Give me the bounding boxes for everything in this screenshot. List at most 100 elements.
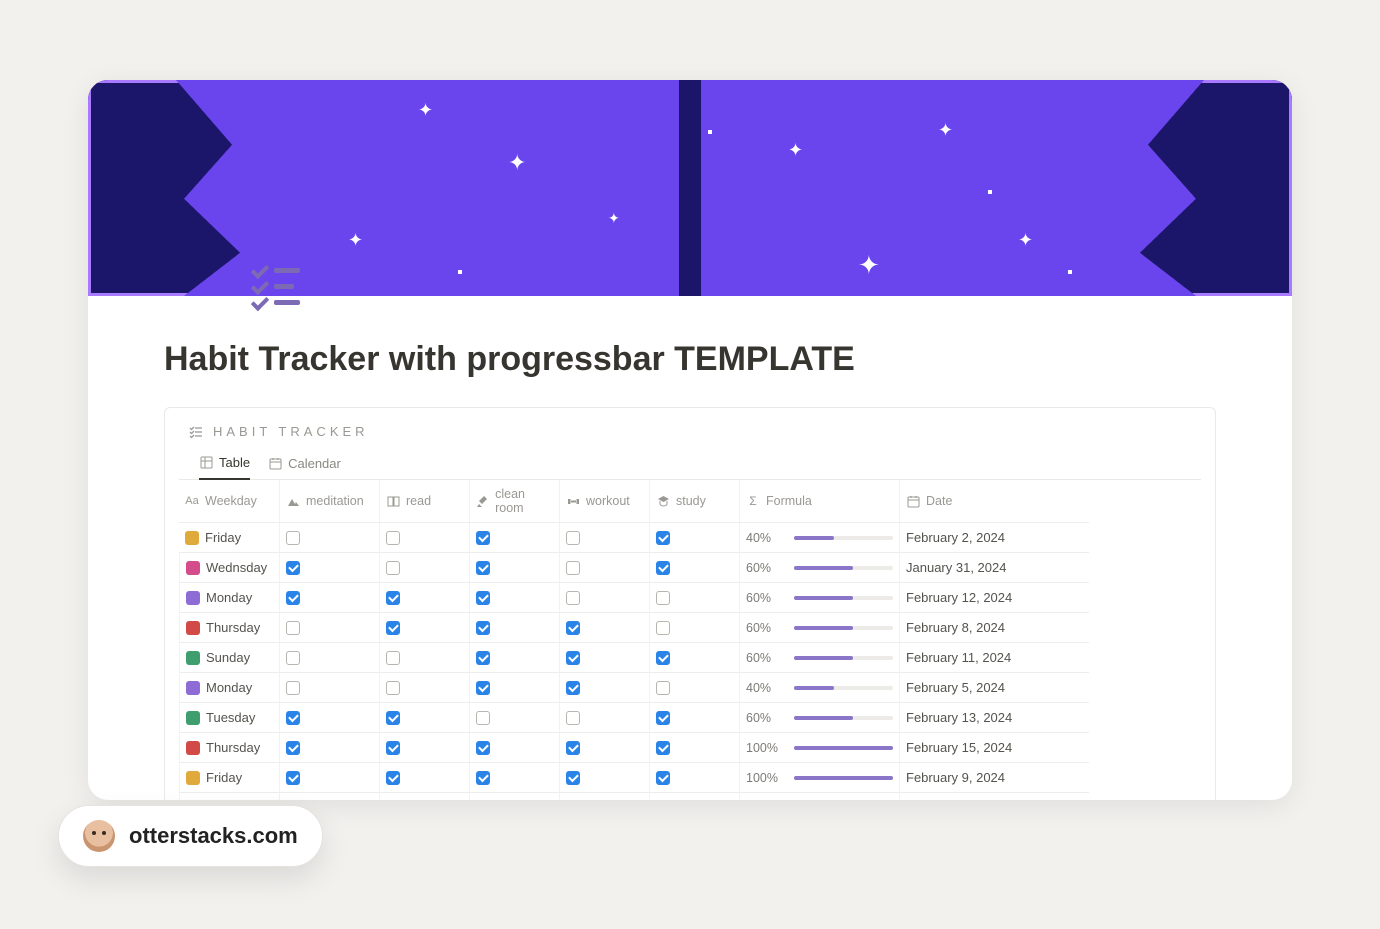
checkbox-clean[interactable] <box>476 681 490 695</box>
cell-meditation[interactable] <box>279 643 379 673</box>
checkbox-read[interactable] <box>386 771 400 785</box>
cell-clean[interactable] <box>469 703 559 733</box>
cell-meditation[interactable] <box>279 583 379 613</box>
cell-workout[interactable] <box>559 763 649 793</box>
cell-meditation[interactable] <box>279 733 379 763</box>
cell-meditation[interactable] <box>279 673 379 703</box>
checkbox-meditation[interactable] <box>286 741 300 755</box>
checkbox-clean[interactable] <box>476 651 490 665</box>
cell-meditation[interactable] <box>279 553 379 583</box>
cell-clean[interactable] <box>469 583 559 613</box>
checkbox-study[interactable] <box>656 741 670 755</box>
checkbox-study[interactable] <box>656 651 670 665</box>
checkbox-study[interactable] <box>656 711 670 725</box>
cell-workout[interactable] <box>559 793 649 800</box>
checkbox-read[interactable] <box>386 591 400 605</box>
cell-weekday[interactable]: Sunday <box>179 643 279 673</box>
cell-study[interactable] <box>649 553 739 583</box>
checkbox-meditation[interactable] <box>286 591 300 605</box>
checkbox-read[interactable] <box>386 651 400 665</box>
cell-study[interactable] <box>649 673 739 703</box>
checkbox-study[interactable] <box>656 561 670 575</box>
cell-meditation[interactable] <box>279 793 379 800</box>
col-header-read[interactable]: read <box>379 480 469 523</box>
cell-read[interactable] <box>379 643 469 673</box>
cell-date[interactable]: February 8, 2024 <box>899 613 1089 643</box>
checkbox-read[interactable] <box>386 741 400 755</box>
cell-weekday[interactable]: Thursday <box>179 613 279 643</box>
cell-study[interactable] <box>649 733 739 763</box>
col-header-workout[interactable]: workout <box>559 480 649 523</box>
cell-meditation[interactable] <box>279 523 379 553</box>
cell-clean[interactable] <box>469 643 559 673</box>
checkbox-clean[interactable] <box>476 591 490 605</box>
checkbox-clean[interactable] <box>476 741 490 755</box>
cell-study[interactable] <box>649 583 739 613</box>
cell-meditation[interactable] <box>279 703 379 733</box>
checkbox-clean[interactable] <box>476 561 490 575</box>
cell-weekday[interactable]: Monday <box>179 583 279 613</box>
checkbox-read[interactable] <box>386 561 400 575</box>
cell-weekday[interactable]: Friday <box>179 763 279 793</box>
cell-clean[interactable] <box>469 553 559 583</box>
checkbox-study[interactable] <box>656 681 670 695</box>
cell-weekday[interactable]: Monday <box>179 673 279 703</box>
checkbox-workout[interactable] <box>566 741 580 755</box>
col-header-clean-room[interactable]: clean room <box>469 480 559 523</box>
cell-clean[interactable] <box>469 613 559 643</box>
watermark-badge[interactable]: otterstacks.com <box>58 805 323 867</box>
cell-read[interactable] <box>379 523 469 553</box>
cell-date[interactable]: February 13, 2024 <box>899 703 1089 733</box>
cell-date[interactable]: February 6, 2024 <box>899 793 1089 800</box>
cell-date[interactable]: February 15, 2024 <box>899 733 1089 763</box>
cell-read[interactable] <box>379 703 469 733</box>
col-header-date[interactable]: Date <box>899 480 1089 523</box>
cell-workout[interactable] <box>559 703 649 733</box>
cell-weekday[interactable]: Wednsday <box>179 553 279 583</box>
cell-date[interactable]: February 2, 2024 <box>899 523 1089 553</box>
checkbox-clean[interactable] <box>476 621 490 635</box>
cell-date[interactable]: February 11, 2024 <box>899 643 1089 673</box>
checkbox-meditation[interactable] <box>286 651 300 665</box>
cell-read[interactable] <box>379 583 469 613</box>
col-header-study[interactable]: study <box>649 480 739 523</box>
cell-date[interactable]: February 9, 2024 <box>899 763 1089 793</box>
cell-read[interactable] <box>379 793 469 800</box>
cell-study[interactable] <box>649 703 739 733</box>
cell-study[interactable] <box>649 763 739 793</box>
cell-study[interactable] <box>649 523 739 553</box>
checkbox-study[interactable] <box>656 771 670 785</box>
checkbox-meditation[interactable] <box>286 771 300 785</box>
cell-meditation[interactable] <box>279 763 379 793</box>
cell-study[interactable] <box>649 643 739 673</box>
checkbox-meditation[interactable] <box>286 621 300 635</box>
cell-workout[interactable] <box>559 553 649 583</box>
tab-calendar[interactable]: Calendar <box>268 449 341 479</box>
cell-clean[interactable] <box>469 763 559 793</box>
checkbox-clean[interactable] <box>476 531 490 545</box>
checkbox-meditation[interactable] <box>286 711 300 725</box>
cell-read[interactable] <box>379 763 469 793</box>
cell-workout[interactable] <box>559 673 649 703</box>
cell-date[interactable]: February 12, 2024 <box>899 583 1089 613</box>
col-header-formula[interactable]: ΣFormula <box>739 480 899 523</box>
checkbox-study[interactable] <box>656 621 670 635</box>
cell-workout[interactable] <box>559 733 649 763</box>
checkbox-study[interactable] <box>656 591 670 605</box>
cell-read[interactable] <box>379 553 469 583</box>
checkbox-meditation[interactable] <box>286 531 300 545</box>
checkbox-read[interactable] <box>386 621 400 635</box>
checkbox-read[interactable] <box>386 681 400 695</box>
cell-workout[interactable] <box>559 613 649 643</box>
cell-clean[interactable] <box>469 673 559 703</box>
tab-table[interactable]: Table <box>199 449 250 480</box>
cell-weekday[interactable]: Thursday <box>179 733 279 763</box>
cell-weekday[interactable]: Tuesday <box>179 793 279 800</box>
checkbox-clean[interactable] <box>476 771 490 785</box>
cell-clean[interactable] <box>469 523 559 553</box>
cell-read[interactable] <box>379 733 469 763</box>
cell-workout[interactable] <box>559 583 649 613</box>
checkbox-read[interactable] <box>386 531 400 545</box>
cell-weekday[interactable]: Tuesday <box>179 703 279 733</box>
cell-workout[interactable] <box>559 643 649 673</box>
